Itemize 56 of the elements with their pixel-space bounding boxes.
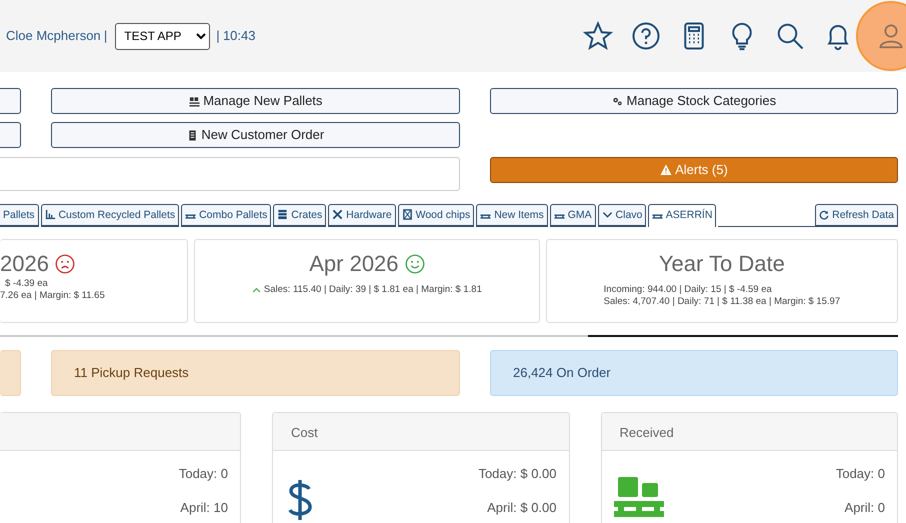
search-icon[interactable] xyxy=(775,21,805,51)
tab[interactable]: New Items xyxy=(476,204,548,227)
star-icon[interactable] xyxy=(583,21,613,51)
help-icon[interactable] xyxy=(631,21,661,51)
card-title: Year To Date xyxy=(658,250,785,278)
today-value: Today: 0 xyxy=(178,465,228,483)
warning-icon xyxy=(660,164,672,176)
notice-edge xyxy=(0,350,21,396)
tab[interactable]: ASERRÍN xyxy=(648,204,716,227)
button-edge[interactable] xyxy=(0,88,21,114)
stats-text: Sales: 115.40 | Daily: 39 | $ 1.81 ea | Margin: $ 1.81 xyxy=(264,284,482,296)
refresh-data-button[interactable]: Refresh Data xyxy=(815,204,898,227)
user-name[interactable]: Cloe Mcpherson xyxy=(6,26,101,46)
user-avatar-button[interactable] xyxy=(856,1,906,71)
smiley-icon xyxy=(404,254,425,274)
notice-text: 11 Pickup Requests xyxy=(74,364,189,382)
action-button[interactable]: Manage Stock Categories xyxy=(490,88,898,114)
app-select[interactable]: TEST APP xyxy=(115,22,210,50)
refresh-icon xyxy=(819,210,830,220)
month-value: April: 10 xyxy=(179,499,228,517)
stats-text: $ -4.39 ea xyxy=(5,278,48,290)
bar-chart-icon xyxy=(44,209,56,220)
separator: | xyxy=(104,27,108,46)
pallets-icon xyxy=(188,96,200,107)
tab[interactable]: Custom Recycled Pallets xyxy=(40,204,180,227)
tab[interactable]: Clavo xyxy=(598,204,646,227)
tab[interactable]: GMA xyxy=(550,204,596,227)
input-field[interactable] xyxy=(0,157,460,191)
button-edge[interactable] xyxy=(0,122,21,148)
stats-text: 7.26 ea | Margin: $ 11.65 xyxy=(0,290,105,302)
separator: | xyxy=(216,27,220,46)
clock-time: 10:43 xyxy=(222,27,256,46)
month-value: April: 0 xyxy=(844,499,885,517)
notice-text: 26,424 On Order xyxy=(513,364,611,382)
tab[interactable]: Hardware xyxy=(328,204,396,227)
card-title: Apr 2026 xyxy=(309,250,399,278)
stats-text: Incoming: 944.00 | Daily: 15 | $ -4.59 ea xyxy=(604,284,772,296)
today-value: Today: 0 xyxy=(836,465,885,483)
tools-icon xyxy=(332,209,344,220)
box-icon xyxy=(402,209,413,220)
action-button[interactable]: Manage New Pallets xyxy=(51,88,460,114)
stats-text: Sales: 4,707.40 | Daily: 71 | $ 11.38 ea | Margin: $ 15.97 xyxy=(604,296,840,308)
today-value: Today: $ 0.00 xyxy=(478,465,556,483)
tab[interactable]: Crates xyxy=(273,204,326,227)
action-button[interactable]: New Customer Order xyxy=(51,122,460,148)
receipt-icon xyxy=(186,130,198,141)
crate-icon xyxy=(277,209,288,220)
sad-face-icon xyxy=(54,254,75,274)
tab[interactable]: Pallets xyxy=(0,204,39,227)
gears-icon xyxy=(612,96,623,107)
tab[interactable]: Wood chips xyxy=(398,204,474,227)
card-title: 2026 xyxy=(0,250,49,278)
tab[interactable]: Combo Pallets xyxy=(181,204,272,227)
panel-title: Cost xyxy=(291,425,318,440)
month-value: April: $ 0.00 xyxy=(486,499,556,517)
panel-title: Received xyxy=(620,425,674,440)
